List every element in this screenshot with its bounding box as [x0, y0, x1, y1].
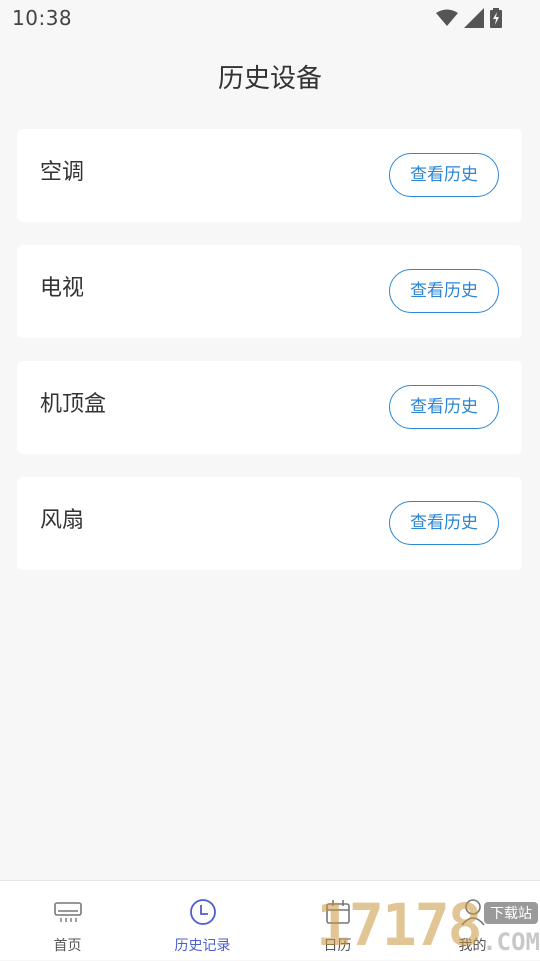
device-name: 电视 [40, 276, 85, 301]
nav-item-home[interactable]: 首页 [0, 881, 135, 961]
watermark-suffix: .COM [482, 928, 540, 956]
status-time: 10:38 [12, 6, 73, 30]
view-history-button[interactable]: 查看历史 [389, 269, 499, 313]
status-icons [436, 7, 502, 29]
battery-charging-icon [490, 8, 502, 28]
device-name: 空调 [40, 160, 85, 185]
view-history-button[interactable]: 查看历史 [389, 153, 499, 197]
view-history-button[interactable]: 查看历史 [389, 385, 499, 429]
signal-icon [464, 8, 484, 28]
wifi-icon [436, 9, 458, 26]
device-card: 电视 查看历史 [17, 245, 522, 338]
device-card: 机顶盒 查看历史 [17, 361, 522, 454]
device-list: 空调 查看历史 电视 查看历史 机顶盒 查看历史 风扇 查看历史 [17, 129, 522, 593]
air-conditioner-icon [53, 902, 82, 922]
watermark-digits: 17178 [316, 891, 483, 959]
watermark-tag: 下载站 [484, 902, 538, 924]
view-history-button[interactable]: 查看历史 [389, 501, 499, 545]
device-card: 空调 查看历史 [17, 129, 522, 222]
device-name: 机顶盒 [40, 392, 107, 417]
nav-item-history[interactable]: 历史记录 [135, 881, 270, 961]
status-bar: 10:38 [0, 0, 540, 36]
nav-label-history: 历史记录 [174, 938, 231, 954]
device-name: 风扇 [40, 508, 85, 533]
site-watermark: 17178 下载站 .COM [316, 890, 540, 960]
clock-icon [189, 899, 216, 925]
device-card: 风扇 查看历史 [17, 477, 522, 570]
nav-label-home: 首页 [53, 938, 82, 954]
page-title: 历史设备 [217, 64, 322, 94]
